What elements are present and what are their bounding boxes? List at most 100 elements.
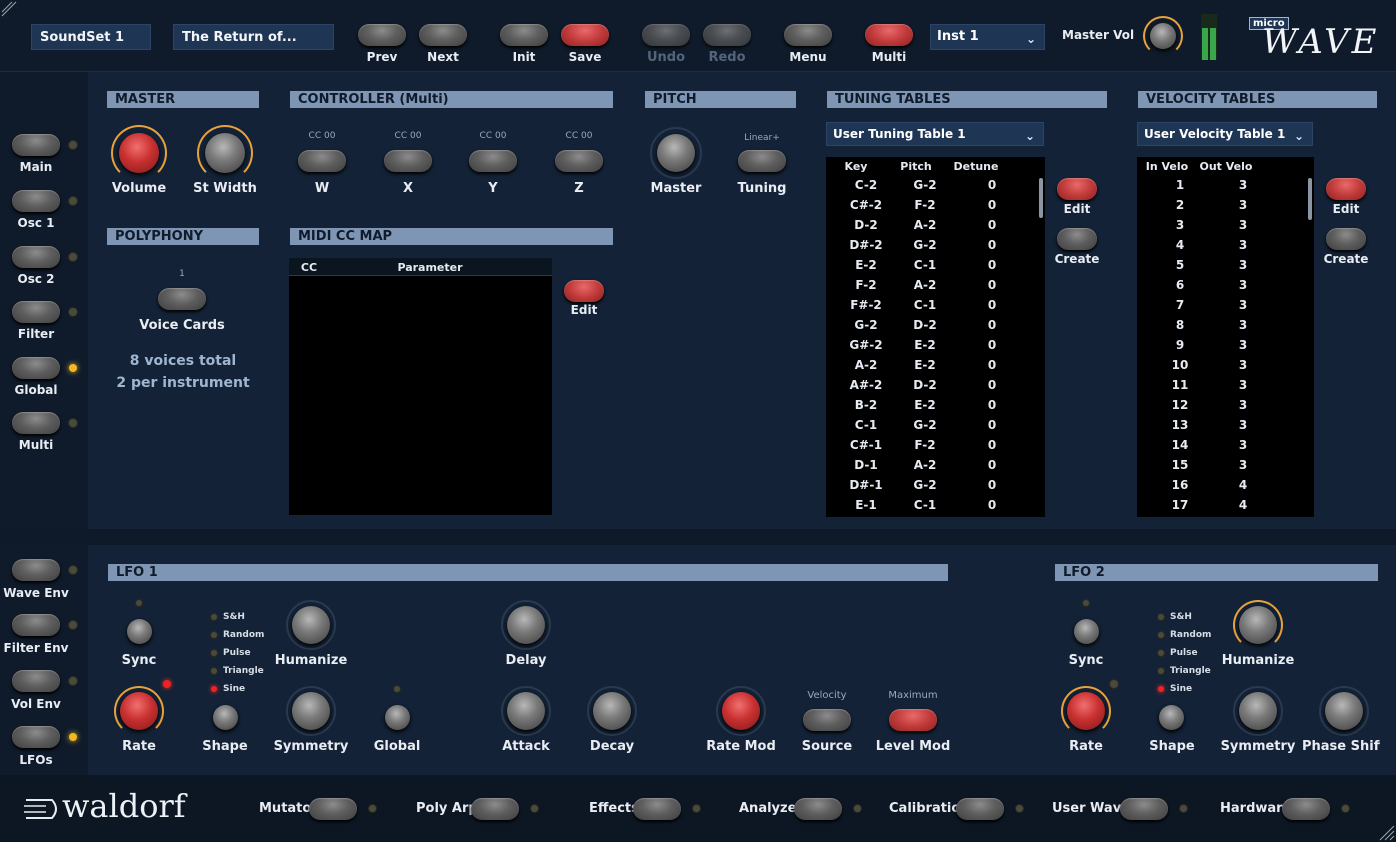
save-button[interactable] — [561, 24, 609, 46]
controller-z-cc: CC 00 — [565, 131, 593, 141]
tuning-row-pitch: E-2 — [914, 338, 936, 352]
tuning-row-pitch: D-2 — [913, 378, 937, 392]
lfo1-shape-sh-option[interactable]: S&H — [211, 612, 245, 622]
velocity-create-button[interactable] — [1326, 228, 1366, 250]
nav-lfos-led — [69, 733, 77, 741]
controller-w-button[interactable] — [298, 150, 346, 172]
lfo2-sync-knob[interactable] — [1074, 619, 1099, 644]
undo-button[interactable] — [642, 24, 690, 46]
lfo2-symmetry-label: Symmetry — [1220, 739, 1296, 754]
footer-hardware-button[interactable] — [1282, 798, 1330, 820]
tuning-row-detune: 0 — [987, 378, 997, 392]
st-width-knob[interactable] — [205, 133, 245, 173]
lfo2-shape-triangle-option[interactable]: Triangle — [1158, 666, 1211, 676]
waldorf-brand: waldorf — [62, 787, 186, 825]
lfo1-shape-sine-option[interactable]: Sine — [211, 684, 245, 694]
lfo2-symmetry-knob[interactable] — [1239, 692, 1277, 730]
lfo1-shape-random-option[interactable]: Random — [211, 630, 264, 640]
master-vol-knob[interactable] — [1150, 23, 1176, 49]
footer-poly-arp-button[interactable] — [471, 798, 519, 820]
lfo1-rate-knob[interactable] — [120, 692, 158, 730]
controller-x-button[interactable] — [384, 150, 432, 172]
tuning-row-detune: 0 — [987, 298, 997, 312]
redo-label: Redo — [708, 50, 746, 65]
velocity-row-in: 10 — [1171, 358, 1189, 372]
pitch-master-knob[interactable] — [657, 134, 695, 172]
nav-multi-button[interactable] — [12, 412, 60, 434]
nav-wave-env-button[interactable] — [12, 559, 60, 581]
footer-effects-button[interactable] — [633, 798, 681, 820]
velocity-scrollbar[interactable] — [1308, 178, 1312, 220]
tuning-create-button[interactable] — [1057, 228, 1097, 250]
velocity-row-out: 3 — [1238, 278, 1248, 292]
volume-label: Volume — [111, 181, 167, 196]
footer-analyzer-button[interactable] — [794, 798, 842, 820]
nav-lfos-button[interactable] — [12, 726, 60, 748]
lfo1-symmetry-knob[interactable] — [292, 692, 330, 730]
velocity-table-dropdown[interactable]: User Velocity Table 1 ⌄ — [1137, 122, 1313, 146]
radio-led — [211, 686, 217, 692]
lfo1-shape-pulse-option[interactable]: Pulse — [211, 648, 251, 658]
tuning-button[interactable] — [738, 150, 786, 172]
multi-button[interactable] — [865, 24, 913, 46]
controller-z-button[interactable] — [555, 150, 603, 172]
soundset-field[interactable]: SoundSet 1 — [31, 24, 151, 50]
midi-edit-button[interactable] — [564, 280, 604, 302]
tuning-table-dropdown[interactable]: User Tuning Table 1 ⌄ — [826, 122, 1044, 146]
preset-name-field[interactable]: The Return of... — [173, 24, 334, 50]
velocity-row-out: 3 — [1238, 258, 1248, 272]
tuning-scrollbar[interactable] — [1039, 178, 1043, 218]
nav-filter-env-button[interactable] — [12, 614, 60, 636]
volume-knob[interactable] — [119, 133, 159, 173]
velocity-edit-button[interactable] — [1326, 178, 1366, 200]
redo-button[interactable] — [703, 24, 751, 46]
init-button[interactable] — [500, 24, 548, 46]
tuning-edit-button[interactable] — [1057, 178, 1097, 200]
lfo2-rate-knob[interactable] — [1067, 692, 1105, 730]
menu-button[interactable] — [784, 24, 832, 46]
lfo1-humanize-knob[interactable] — [292, 606, 330, 644]
lfo1-attack-knob[interactable] — [507, 692, 545, 730]
footer-user-wave-button[interactable] — [1120, 798, 1168, 820]
lfo1-shape-triangle-option[interactable]: Triangle — [211, 666, 264, 676]
velocity-row-in: 11 — [1171, 378, 1189, 392]
lfo1-sync-knob[interactable] — [127, 619, 152, 644]
lfo2-shape-pulse-option[interactable]: Pulse — [1158, 648, 1198, 658]
lfo1-rate-mod-knob[interactable] — [722, 692, 760, 730]
voice-cards-button[interactable] — [158, 288, 206, 310]
prev-button[interactable] — [358, 24, 406, 46]
lfo2-shape-sine-option[interactable]: Sine — [1158, 684, 1192, 694]
lfo1-level-mod-button[interactable] — [889, 709, 937, 731]
midi-cc-table[interactable] — [289, 258, 552, 515]
lfo1-global-knob[interactable] — [385, 705, 410, 730]
lfo2-shape-sh-option[interactable]: S&H — [1158, 612, 1192, 622]
lfo2-shape-knob[interactable] — [1159, 705, 1184, 730]
velocity-tables-header: VELOCITY TABLES — [1138, 91, 1377, 108]
instrument-dropdown[interactable]: Inst 1 ⌄ — [930, 24, 1045, 50]
nav-vol-env-button[interactable] — [12, 670, 60, 692]
chevron-down-icon: ⌄ — [1024, 129, 1035, 143]
lfo2-shape-label: Shape — [1149, 739, 1195, 754]
controller-y-button[interactable] — [469, 150, 517, 172]
resize-grip-icon[interactable] — [1376, 822, 1396, 842]
lfo2-humanize-knob[interactable] — [1239, 606, 1277, 644]
nav-osc-1-button[interactable] — [12, 190, 60, 212]
tuning-row-detune: 0 — [987, 498, 997, 512]
next-button[interactable] — [419, 24, 467, 46]
lfo1-decay-knob[interactable] — [593, 692, 631, 730]
radio-label: Triangle — [1170, 666, 1211, 676]
lfo1-delay-knob[interactable] — [507, 606, 545, 644]
nav-osc-1-led — [69, 197, 77, 205]
nav-filter-button[interactable] — [12, 301, 60, 323]
lfo2-phase-shift-knob[interactable] — [1325, 692, 1363, 730]
lfo1-shape-knob[interactable] — [213, 705, 238, 730]
footer-mutator-button[interactable] — [309, 798, 357, 820]
velocity-row-out: 3 — [1238, 198, 1248, 212]
lfo1-source-button[interactable] — [803, 709, 851, 731]
nav-osc-2-button[interactable] — [12, 246, 60, 268]
lfo2-shape-random-option[interactable]: Random — [1158, 630, 1211, 640]
footer-calibration-button[interactable] — [956, 798, 1004, 820]
nav-main-button[interactable] — [12, 134, 60, 156]
nav-global-button[interactable] — [12, 357, 60, 379]
velocity-row-out: 3 — [1238, 298, 1248, 312]
